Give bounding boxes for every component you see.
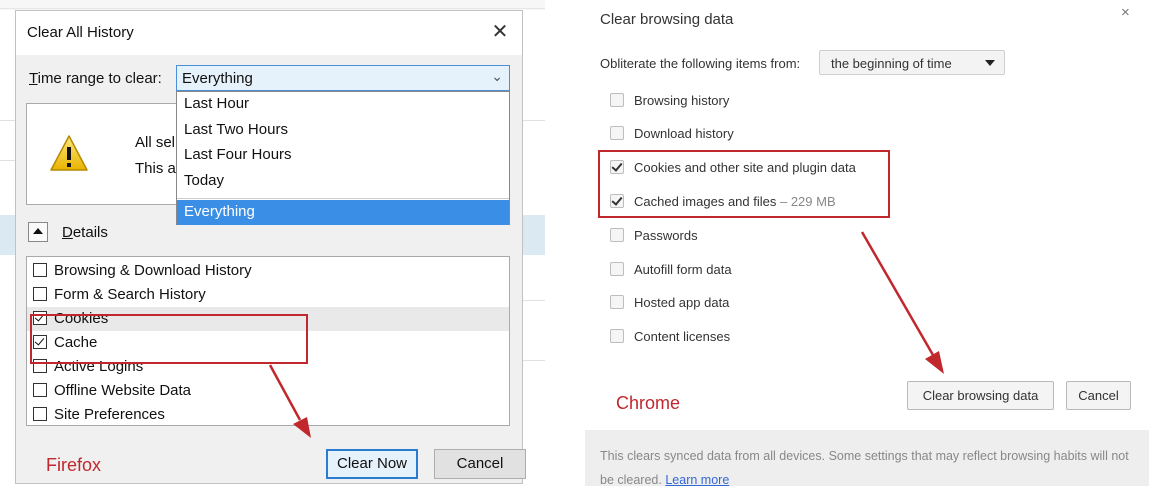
time-range-option[interactable]: Last Hour xyxy=(177,92,509,118)
list-item[interactable]: Browsing & Download History xyxy=(27,259,509,283)
time-range-option[interactable]: Last Two Hours xyxy=(177,118,509,144)
checkbox[interactable] xyxy=(610,126,624,140)
obliterate-label: Obliterate the following items from: xyxy=(600,56,801,71)
dropdown-separator xyxy=(177,198,509,199)
checkbox[interactable] xyxy=(33,383,47,397)
list-item-label: Offline Website Data xyxy=(54,382,192,399)
checkbox[interactable] xyxy=(610,295,624,309)
footer-text: This clears synced data from all devices… xyxy=(600,449,1129,487)
time-range-option-selected[interactable]: Everything xyxy=(177,200,509,225)
time-range-label: Time range to clear: xyxy=(29,70,162,87)
list-item-label: Download history xyxy=(634,126,734,141)
details-label: Details xyxy=(62,224,108,241)
list-item-label: Hosted app data xyxy=(634,295,730,310)
info-text-line-1: All sel xyxy=(135,134,176,151)
chevron-down-icon: ⌄ xyxy=(491,68,503,84)
list-item-label: Content licenses xyxy=(634,329,731,344)
list-item-label: Form & Search History xyxy=(54,286,206,303)
list-item-label: Browsing & Download History xyxy=(54,262,252,279)
background-divider xyxy=(522,300,545,301)
list-item[interactable]: Form & Search History xyxy=(27,283,509,307)
time-range-option[interactable]: Today xyxy=(177,169,509,195)
list-item-label: Browsing history xyxy=(634,93,730,108)
checkbox[interactable] xyxy=(610,228,624,242)
time-range-select[interactable]: the beginning of time xyxy=(819,50,1005,75)
time-range-selected-value: the beginning of time xyxy=(831,56,952,71)
checkbox[interactable] xyxy=(610,329,624,343)
warning-icon xyxy=(50,135,88,171)
background-divider xyxy=(522,360,545,361)
checkbox[interactable] xyxy=(33,263,47,277)
checkbox[interactable] xyxy=(610,93,624,107)
close-icon[interactable]: ✕ xyxy=(488,19,512,44)
checkbox[interactable] xyxy=(610,262,624,276)
dialog-titlebar: Clear All History ✕ xyxy=(16,11,522,55)
dialog-title: Clear All History xyxy=(27,24,134,41)
background-divider xyxy=(0,120,16,121)
annotation-highlight-box xyxy=(598,150,890,218)
browser-label-chrome: Chrome xyxy=(616,393,681,413)
background-highlight-left xyxy=(0,215,16,255)
browser-label-firefox: Firefox xyxy=(46,455,102,475)
list-item-label: Site Preferences xyxy=(54,406,165,423)
cancel-button[interactable]: Cancel xyxy=(434,449,526,479)
time-range-selected-value: Everything xyxy=(182,70,253,87)
chevron-up-icon xyxy=(33,228,43,234)
background-divider xyxy=(0,160,16,161)
list-item-label: Passwords xyxy=(634,228,698,243)
time-range-select[interactable]: Everything ⌄ xyxy=(176,65,510,91)
cancel-button[interactable]: Cancel xyxy=(1066,381,1131,410)
background-divider xyxy=(522,120,545,121)
clear-browsing-data-button[interactable]: Clear browsing data xyxy=(907,381,1054,410)
background-highlight-right xyxy=(522,215,545,255)
learn-more-link[interactable]: Learn more xyxy=(665,473,729,487)
time-range-dropdown-list: Last Hour Last Two Hours Last Four Hours… xyxy=(176,91,510,225)
caret-down-icon xyxy=(985,60,995,66)
checkbox[interactable] xyxy=(33,407,47,421)
chrome-clear-browsing-data-dialog: Clear browsing data × Obliterate the fol… xyxy=(585,0,1149,487)
dialog-title: Clear browsing data xyxy=(600,11,734,28)
details-toggle-button[interactable] xyxy=(28,222,48,242)
firefox-clear-history-dialog: Clear All History ✕ Time range to clear:… xyxy=(15,10,526,484)
close-icon[interactable]: × xyxy=(1121,4,1130,21)
list-item-label: Autofill form data xyxy=(634,262,732,277)
list-item[interactable]: Offline Website Data xyxy=(27,379,509,403)
list-item[interactable]: Site Preferences xyxy=(27,403,509,427)
footer-notice: This clears synced data from all devices… xyxy=(585,430,1149,487)
time-range-option[interactable]: Last Four Hours xyxy=(177,143,509,169)
annotation-highlight-box xyxy=(30,314,308,364)
clear-now-button[interactable]: Clear Now xyxy=(326,449,418,479)
background-divider xyxy=(0,8,545,9)
checkbox[interactable] xyxy=(33,287,47,301)
